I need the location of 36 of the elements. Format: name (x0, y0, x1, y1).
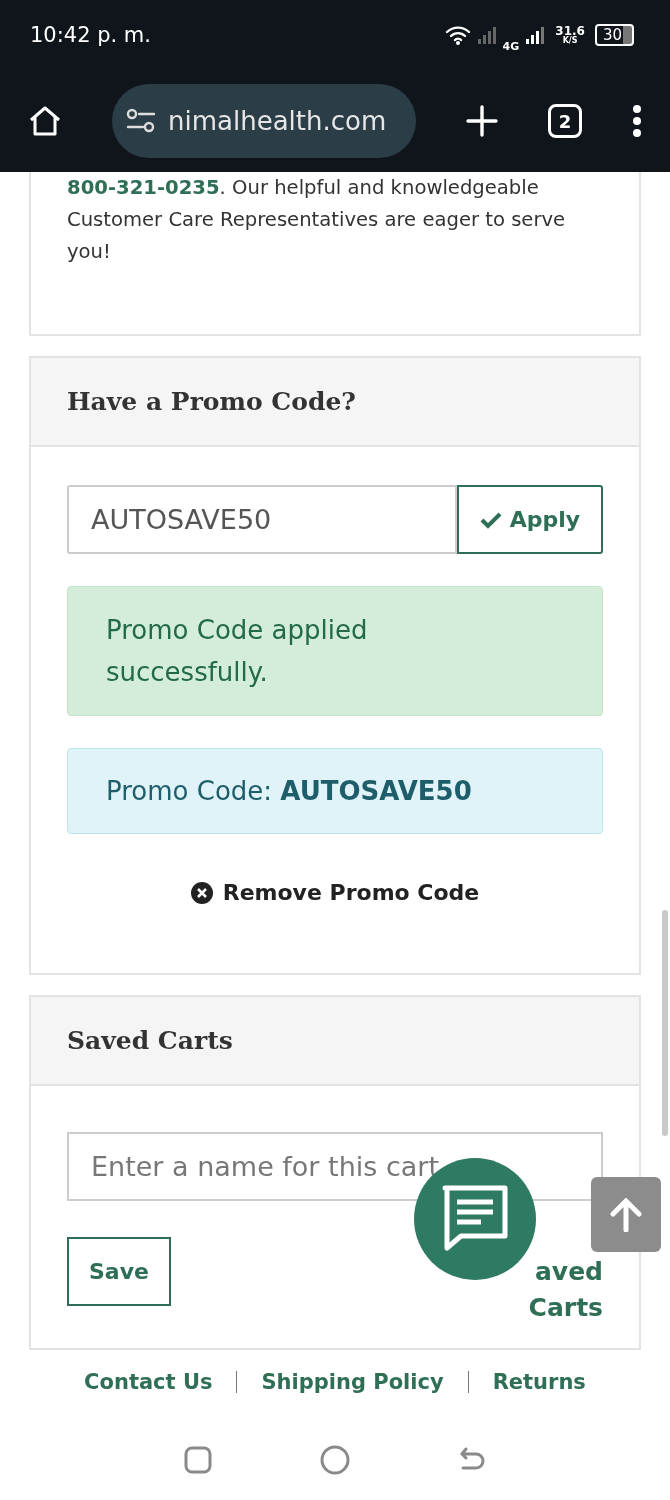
home-circle-icon[interactable] (320, 1445, 350, 1475)
wifi-icon (444, 25, 471, 45)
network-type: 4G (502, 39, 520, 53)
footer-link[interactable]: Contact Us (84, 1370, 213, 1394)
battery-indicator: 30 (594, 24, 634, 46)
plus-icon[interactable] (466, 105, 498, 137)
footer-link[interactable]: Returns (492, 1370, 586, 1394)
url-text: nimalhealth.com (168, 106, 387, 136)
scroll-top-button[interactable] (591, 1177, 661, 1252)
save-button[interactable]: Save (67, 1237, 171, 1306)
signal-icon (476, 25, 497, 45)
site-settings-icon[interactable] (126, 108, 156, 134)
home-icon[interactable] (28, 105, 62, 137)
saved-carts-link[interactable]: aved Carts (523, 1254, 603, 1326)
close-icon (190, 881, 213, 904)
apply-button[interactable]: Apply (457, 485, 603, 554)
alert-text: Promo Code applied successfully. (106, 614, 369, 689)
speed-unit: K/S (562, 37, 578, 45)
tab-count[interactable]: 2 (548, 104, 582, 138)
data-speed: 31.6 (555, 25, 585, 37)
check-icon (479, 510, 502, 529)
status-time: 10:42 p. m. (30, 23, 151, 47)
address-bar[interactable]: nimalhealth.com (112, 84, 416, 158)
promo-code-field[interactable]: AUTOSAVE50 (67, 485, 457, 554)
phone-link[interactable]: 800-321-0235 (67, 176, 220, 199)
contact-text: 800-321-0235. Our helpful and knowledgeable Customer Care Representatives are eager to serve you! (67, 175, 567, 265)
promo-code-text: Promo Code: AUTOSAVE50 (106, 776, 472, 806)
chat-icon (441, 1184, 509, 1254)
more-icon[interactable] (632, 105, 642, 137)
recents-icon[interactable] (184, 1446, 212, 1474)
card-title: Saved Carts (67, 1026, 233, 1055)
remove-promo-link[interactable]: Remove Promo Code (190, 880, 480, 905)
card-title: Have a Promo Code? (67, 387, 356, 416)
signal-icon (525, 25, 546, 45)
footer-link[interactable]: Shipping Policy (261, 1370, 444, 1394)
arrow-up-icon (610, 1197, 642, 1232)
